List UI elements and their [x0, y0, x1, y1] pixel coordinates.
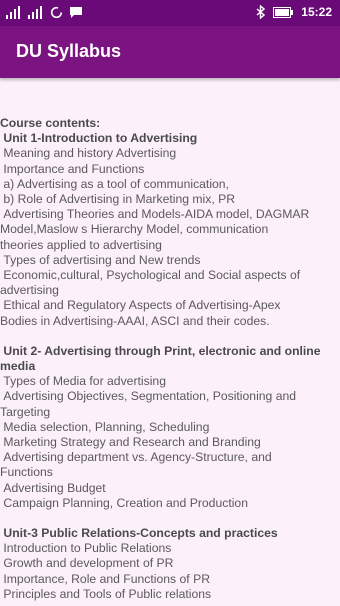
status-left-icons: [6, 6, 83, 19]
section-heading: Unit 1-Introduction to Advertising: [0, 131, 198, 146]
section-heading: Unit-3 Public Relations-Concepts and pra…: [0, 526, 278, 541]
section-heading-continued: media: [0, 359, 36, 374]
syllabus-line: theories applied to advertising: [0, 237, 162, 252]
syllabus-line: Advertising Budget: [0, 480, 106, 495]
syllabus-line: Targeting: [0, 404, 51, 419]
syllabus-line: Advertising Theories and Models-AIDA mod…: [0, 207, 310, 222]
sim-signal-icon: [28, 6, 44, 19]
bluetooth-icon: [256, 5, 266, 19]
syllabus-line: Advertising Objectives, Segmentation, Po…: [0, 389, 297, 404]
syllabus-line: advertising: [0, 283, 59, 298]
syllabus-line: Economic,cultural, Psychological and Soc…: [0, 268, 301, 283]
syllabus-line: Media selection, Planning, Scheduling: [0, 419, 210, 434]
app-bar: DU Syllabus: [0, 26, 340, 78]
syllabus-line: Marketing Strategy and Research and Bran…: [0, 435, 261, 450]
syllabus-line: Types of advertising and New trends: [0, 252, 201, 267]
status-clock: 15:22: [301, 5, 332, 19]
syllabus-line: Functions: [0, 465, 53, 480]
syllabus-line: Meaning and history Advertising: [0, 146, 177, 161]
app-title: DU Syllabus: [16, 41, 122, 61]
status-bar: 15:22: [0, 0, 340, 26]
syllabus-line: Bodies in Advertising-AAAI, ASCI and the…: [0, 313, 270, 328]
syllabus-line: Growth and development of PR: [0, 556, 174, 571]
syllabus-line: b) Role of Advertising in Marketing mix,…: [0, 192, 236, 207]
syllabus-line: Introduction to Public Relations: [0, 541, 172, 556]
syllabus-line: Principles and Tools of Public relations: [0, 586, 212, 601]
status-right-icons: 15:22: [256, 5, 332, 19]
syllabus-line: Importance and Functions: [0, 161, 145, 176]
sim-signal-icon: [6, 6, 22, 19]
battery-icon: [273, 6, 294, 18]
syllabus-line: Ethical and Regulatory Aspects of Advert…: [0, 298, 281, 313]
syllabus-line: Types of Media for advertising: [0, 374, 166, 389]
syllabus-line: Model,Maslow s Hierarchy Model, communic…: [0, 222, 269, 237]
section-heading: Unit 2- Advertising through Print, elect…: [0, 343, 321, 358]
course-contents-label: Course contents:: [0, 116, 101, 130]
syllabus-line: a) Advertising as a tool of communicatio…: [0, 176, 229, 191]
syllabus-line: Importance, Role and Functions of PR: [0, 571, 211, 586]
syllabus-line: Advertising department vs. Agency-Struct…: [0, 450, 272, 465]
syllabus-line: Campaign Planning, Creation and Producti…: [0, 495, 248, 510]
syllabus-content: Course contents: Unit 1-Introduction to …: [0, 116, 336, 602]
sync-icon: [50, 6, 63, 19]
chat-icon: [69, 6, 83, 19]
